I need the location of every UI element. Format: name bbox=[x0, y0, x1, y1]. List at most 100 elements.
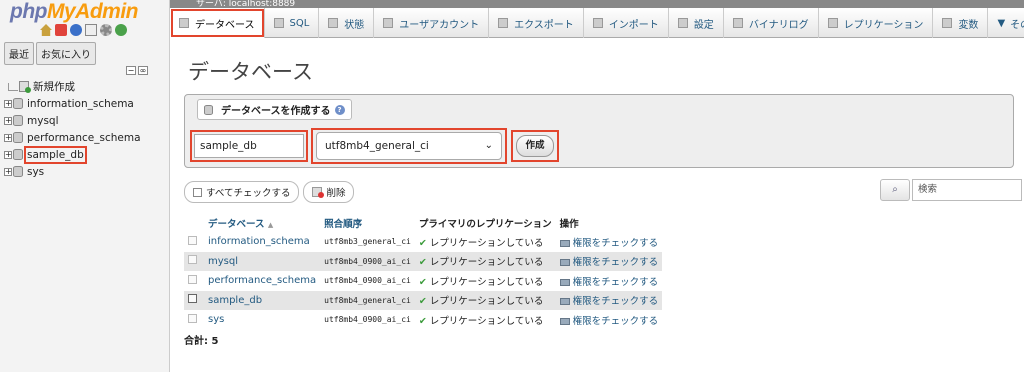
tab-label: バイナリログ bbox=[748, 19, 809, 31]
replication-cell: ✔ レプリケーションしている bbox=[414, 232, 556, 252]
legend-text: データベースを作成する bbox=[221, 106, 331, 117]
database-tree: 新規作成 + information_schema + mysql + perf… bbox=[4, 78, 141, 180]
delete-icon bbox=[312, 187, 325, 198]
tab-variables[interactable]: 変数 bbox=[933, 8, 989, 38]
search-icon[interactable]: ⌕ bbox=[880, 179, 910, 201]
check-icon: ✔ bbox=[418, 237, 427, 249]
row-checkbox[interactable] bbox=[188, 255, 197, 265]
database-link[interactable]: sys bbox=[204, 310, 321, 330]
tree-item-label: information_schema bbox=[27, 97, 134, 110]
tab-export[interactable]: エクスポート bbox=[489, 8, 584, 38]
tab-sql[interactable]: SQL bbox=[265, 8, 320, 38]
check-privileges-link[interactable]: 権限をチェックする bbox=[555, 251, 663, 271]
databases-table: データベース ▲ 照合順序 プライマリのレプリケーション 操作 informat… bbox=[184, 214, 663, 330]
replication-cell: ✔ レプリケーションしている bbox=[414, 290, 556, 310]
database-icon bbox=[13, 98, 23, 109]
total-count: 合計: 5 bbox=[184, 336, 219, 347]
database-icon bbox=[13, 115, 23, 126]
expand-icon[interactable]: + bbox=[4, 167, 12, 176]
check-privileges-link[interactable]: 権限をチェックする bbox=[555, 271, 663, 291]
database-link[interactable]: performance_schema bbox=[204, 271, 321, 291]
tab-databases[interactable]: データベース bbox=[170, 8, 265, 38]
tab-label: ユーザアカウント bbox=[399, 19, 480, 31]
tab-more[interactable]: ▼ その他 bbox=[988, 8, 1024, 38]
favorites-tab[interactable]: お気に入り bbox=[36, 42, 96, 65]
header-action: 操作 bbox=[555, 214, 663, 232]
variables-icon bbox=[942, 18, 953, 28]
tab-user-accounts[interactable]: ユーザアカウント bbox=[374, 8, 490, 38]
help-icon[interactable] bbox=[70, 24, 82, 36]
privileges-icon bbox=[559, 278, 570, 286]
gear-icon[interactable] bbox=[100, 24, 112, 36]
help-icon[interactable]: ? bbox=[334, 104, 345, 115]
search-bar: ⌕ 検索 bbox=[880, 179, 1022, 201]
row-checkbox[interactable] bbox=[188, 274, 197, 284]
main-tabs: データベース SQL 状態 ユーザアカウント エクスポート インポート 設定 バ… bbox=[170, 8, 1024, 38]
replication-cell: ✔ レプリケーションしている bbox=[414, 310, 556, 330]
table-row: information_schema utf8mb3_general_ci ✔ レ… bbox=[184, 232, 663, 252]
navigation-sidebar: phpMyAdmin 最近 お気に入り − ∞ 新規作成 + informati… bbox=[0, 0, 170, 372]
check-privileges-link[interactable]: 権限をチェックする bbox=[555, 290, 663, 310]
expand-icon[interactable]: + bbox=[4, 150, 12, 159]
privileges-icon bbox=[559, 239, 570, 247]
tree-item-label: sample_db bbox=[24, 145, 87, 164]
tree-item-new[interactable]: 新規作成 bbox=[4, 78, 141, 95]
reload-icon[interactable] bbox=[115, 24, 127, 36]
row-checkbox[interactable] bbox=[188, 235, 197, 245]
tree-item-sys[interactable]: + sys bbox=[4, 163, 141, 180]
home-icon[interactable] bbox=[40, 24, 52, 36]
tab-label: エクスポート bbox=[514, 19, 574, 31]
expand-icon[interactable]: + bbox=[4, 116, 12, 125]
tree-item-mysql[interactable]: + mysql bbox=[4, 112, 141, 129]
header-database[interactable]: データベース ▲ bbox=[204, 214, 321, 232]
delete-button[interactable]: 削除 bbox=[303, 181, 355, 203]
phpmyadmin-logo[interactable]: phpMyAdmin bbox=[10, 0, 138, 24]
row-checkbox[interactable] bbox=[188, 313, 197, 323]
collation-cell: utf8mb4_0900_ai_ci bbox=[320, 251, 415, 271]
create-button[interactable]: 作成 bbox=[516, 135, 554, 157]
link-icon[interactable]: ∞ bbox=[138, 66, 148, 75]
replication-icon bbox=[827, 18, 838, 28]
tab-import[interactable]: インポート bbox=[584, 8, 669, 38]
new-database-icon bbox=[19, 81, 31, 93]
privileges-icon bbox=[559, 259, 570, 267]
check-privileges-link[interactable]: 権限をチェックする bbox=[555, 310, 663, 330]
server-breadcrumb[interactable]: サーバ: localhost:8889 bbox=[196, 0, 295, 8]
database-link[interactable]: sample_db bbox=[204, 290, 321, 310]
logout-icon[interactable] bbox=[55, 24, 67, 36]
tree-item-performance-schema[interactable]: + performance_schema bbox=[4, 129, 141, 146]
tab-binary-log[interactable]: バイナリログ bbox=[724, 8, 819, 38]
status-icon bbox=[328, 18, 339, 28]
database-link[interactable]: information_schema bbox=[204, 232, 321, 252]
tab-label: レプリケーション bbox=[843, 19, 924, 31]
check-icon: ✔ bbox=[418, 257, 427, 269]
tree-item-information-schema[interactable]: + information_schema bbox=[4, 95, 141, 112]
tree-controls: − ∞ bbox=[126, 66, 148, 75]
collation-cell: utf8mb4_0900_ai_ci bbox=[320, 271, 415, 291]
tab-settings[interactable]: 設定 bbox=[669, 8, 724, 38]
check-icon: ✔ bbox=[418, 276, 427, 288]
expand-icon[interactable]: + bbox=[4, 133, 12, 142]
database-name-input[interactable]: sample_db bbox=[194, 134, 304, 158]
sql-icon bbox=[273, 18, 284, 28]
database-link[interactable]: mysql bbox=[204, 251, 321, 271]
collation-cell: utf8mb4_0900_ai_ci bbox=[320, 310, 415, 330]
recent-tab[interactable]: 最近 bbox=[4, 42, 34, 65]
check-privileges-link[interactable]: 権限をチェックする bbox=[555, 232, 663, 252]
sidebar-icon-bar bbox=[40, 24, 127, 36]
expand-icon[interactable]: + bbox=[4, 99, 12, 108]
row-checkbox[interactable] bbox=[188, 294, 197, 304]
check-all-button[interactable]: すべてチェックする bbox=[184, 181, 300, 203]
search-input[interactable]: 検索 bbox=[912, 179, 1022, 201]
collation-select[interactable]: utf8mb4_general_ci ⌄ bbox=[316, 132, 502, 160]
tab-status[interactable]: 状態 bbox=[319, 8, 375, 38]
header-collation[interactable]: 照合順序 bbox=[320, 214, 415, 232]
collapse-all-icon[interactable]: − bbox=[126, 66, 136, 75]
table-row: sys utf8mb4_0900_ai_ci ✔ レプリケーションしている 権限を… bbox=[184, 310, 663, 330]
tab-replication[interactable]: レプリケーション bbox=[819, 8, 934, 38]
privileges-icon bbox=[559, 317, 570, 325]
documentation-icon[interactable] bbox=[85, 24, 97, 36]
tree-item-sample-db[interactable]: + sample_db bbox=[4, 145, 141, 164]
create-database-fieldset: データベースを作成する ? bbox=[184, 94, 1014, 168]
replication-cell: ✔ レプリケーションしている bbox=[414, 251, 556, 271]
